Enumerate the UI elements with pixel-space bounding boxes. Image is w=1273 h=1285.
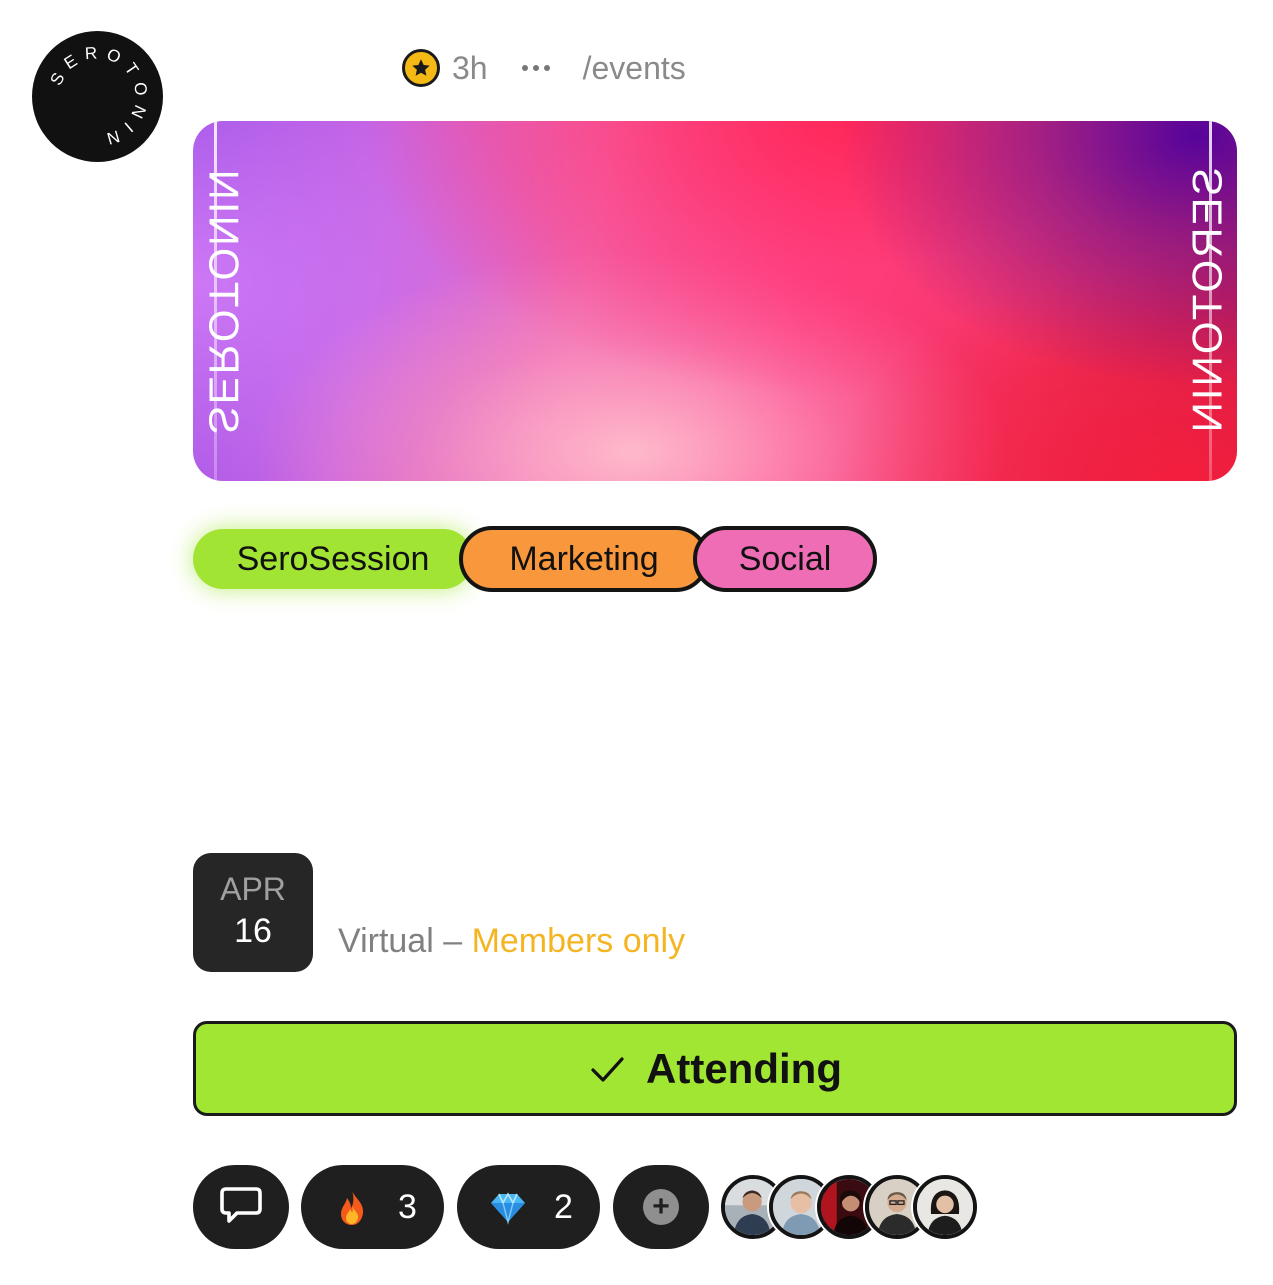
reaction-fire-button[interactable]: 3 <box>301 1165 444 1249</box>
svg-text:SEROTONIN: SEROTONIN <box>46 43 151 150</box>
event-day: 16 <box>234 912 272 950</box>
event-banner: SEROTONIN SEROTONIN <box>193 121 1237 481</box>
comment-button[interactable] <box>193 1165 289 1249</box>
gem-count: 2 <box>554 1187 573 1226</box>
tag-marketing[interactable]: Marketing <box>459 526 709 592</box>
banner-edge-text-left: SEROTONIN <box>200 167 247 435</box>
checkmark-icon <box>588 1050 626 1088</box>
event-date: APR 16 <box>193 853 313 972</box>
post-time: 3h <box>452 49 488 86</box>
attendee-avatar[interactable] <box>913 1175 977 1239</box>
attendee-avatars[interactable] <box>721 1175 977 1239</box>
comment-icon <box>217 1181 265 1234</box>
event-access: Members only <box>471 922 686 960</box>
tag-serosession[interactable]: SeroSession <box>193 529 473 589</box>
attending-button[interactable]: Attending <box>193 1021 1237 1116</box>
add-reaction-button[interactable]: + <box>613 1165 709 1249</box>
location-separator: – <box>433 922 472 960</box>
star-icon <box>402 49 440 87</box>
post-actions: 3 2 + <box>193 1164 977 1250</box>
more-horizontal-icon[interactable] <box>521 65 550 71</box>
channel-link[interactable]: /events <box>583 50 686 87</box>
event-location: Virtual <box>338 922 434 960</box>
plus-icon: + <box>643 1189 679 1225</box>
profile-avatar-logo[interactable]: SEROTONIN <box>32 31 163 162</box>
event-location-line: Virtual – Members only <box>338 922 685 961</box>
post-meta: 3h /events <box>402 46 686 90</box>
reaction-gem-button[interactable]: 2 <box>457 1165 600 1249</box>
gem-icon <box>488 1187 528 1227</box>
fire-count: 3 <box>398 1187 417 1226</box>
event-month: APR <box>220 870 286 907</box>
banner-edge-text-right: SEROTONIN <box>1183 167 1230 435</box>
tag-list: SeroSession Marketing Social <box>193 523 877 595</box>
tag-social[interactable]: Social <box>693 526 877 592</box>
serotonin-logo-icon: SEROTONIN <box>46 43 151 150</box>
fire-icon <box>332 1187 372 1227</box>
attending-label: Attending <box>646 1044 842 1092</box>
